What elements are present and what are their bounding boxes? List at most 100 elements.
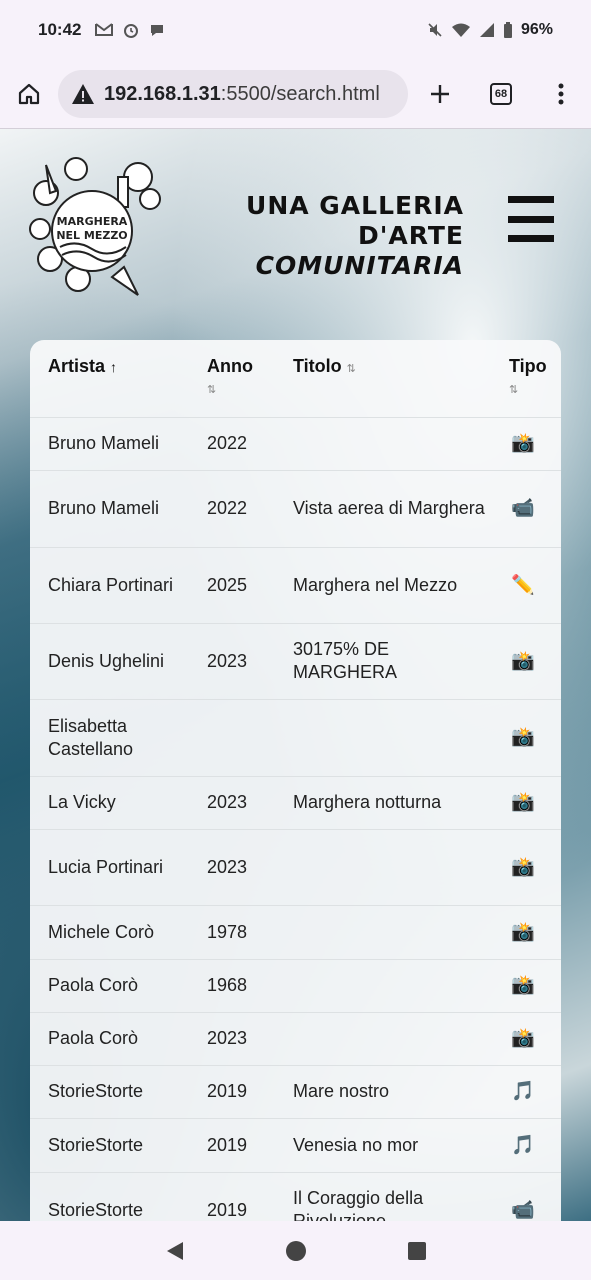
table-header-row: Artista ↑ Anno ⇅ Titolo ⇅ Tipo ⇅: [30, 340, 561, 417]
cell-artista: StorieStorte: [30, 1064, 189, 1118]
hamburger-menu-button[interactable]: [508, 196, 554, 242]
camera-icon: 📸: [491, 904, 561, 959]
table-row[interactable]: StorieStorte 2019 Venesia no mor 🎵: [30, 1117, 561, 1172]
column-header-artista[interactable]: Artista ↑: [30, 340, 189, 417]
cell-artista: Paola Corò: [30, 958, 189, 1012]
cell-anno: 2022: [189, 416, 275, 470]
sort-icon: ⇅: [207, 384, 217, 396]
table-row[interactable]: Elisabetta Castellano 📸: [30, 698, 561, 776]
cell-anno: [189, 698, 275, 776]
camera-icon: 📸: [491, 958, 561, 1012]
cell-anno: 2023: [189, 622, 275, 699]
url-path: :5500/search.html: [220, 82, 380, 105]
camera-icon: 📸: [491, 622, 561, 699]
url-bar[interactable]: 192.168.1.31:5500/search.html: [58, 70, 408, 118]
cell-artista: Denis Ughelini: [30, 622, 189, 699]
home-circle-icon[interactable]: [285, 1240, 307, 1262]
cell-titolo: Mare nostro: [275, 1064, 491, 1118]
cell-anno: 1968: [189, 958, 275, 1012]
tagline-line-1: UNA GALLERIA D'ARTE: [246, 191, 464, 250]
cell-anno: 2025: [189, 546, 275, 623]
table-row[interactable]: Lucia Portinari 2023 📸: [30, 828, 561, 905]
camera-icon: 📸: [491, 698, 561, 776]
battery-percent: 96%: [520, 21, 553, 38]
cell-titolo: Il Coraggio della Rivoluzione: [275, 1171, 491, 1221]
cell-anno: 2019: [189, 1171, 275, 1221]
table-row[interactable]: La Vicky 2023 Marghera notturna 📸: [30, 775, 561, 829]
signal-icon: [479, 23, 494, 37]
svg-text:MARGHERA: MARGHERA: [57, 215, 128, 228]
artworks-table: Artista ↑ Anno ⇅ Titolo ⇅ Tipo ⇅ Bruno Mam…: [30, 340, 561, 1221]
table-row[interactable]: Paola Corò 1968 📸: [30, 958, 561, 1012]
site-tagline: UNA GALLERIA D'ARTE COMUNITARIA: [208, 191, 464, 281]
url-host: 192.168.1.31: [104, 82, 221, 105]
table-row[interactable]: Michele Corò 1978 📸: [30, 904, 561, 959]
music-note-icon: 🎵: [491, 1064, 561, 1118]
cell-artista: StorieStorte: [30, 1171, 189, 1221]
cell-titolo: 30175% DE MARGHERA: [275, 622, 491, 699]
cell-artista: Elisabetta Castellano: [30, 698, 189, 776]
table-row[interactable]: Bruno Mameli 2022 📸: [30, 416, 561, 470]
marghera-nel-mezzo-logo[interactable]: MARGHERA NEL MEZZO: [26, 155, 162, 299]
back-icon[interactable]: [165, 1240, 185, 1262]
table-row[interactable]: Bruno Mameli 2022 Vista aerea di Margher…: [30, 469, 561, 547]
mute-icon: [428, 23, 442, 37]
sort-icon: ⇅: [509, 384, 519, 396]
music-note-icon: 🎵: [491, 1117, 561, 1172]
svg-text:NEL MEZZO: NEL MEZZO: [56, 229, 127, 242]
system-nav-bar: [0, 1221, 591, 1280]
cell-titolo: Vista aerea di Marghera: [275, 469, 491, 547]
table-row[interactable]: Chiara Portinari 2025 Marghera nel Mezzo…: [30, 546, 561, 623]
table-row[interactable]: Denis Ughelini 2023 30175% DE MARGHERA 📸: [30, 622, 561, 699]
new-tab-button[interactable]: [410, 65, 470, 123]
pencil-icon: ✏️: [491, 546, 561, 623]
camera-icon: 📸: [491, 1011, 561, 1065]
not-secure-warning-icon[interactable]: [70, 81, 96, 107]
tagline-line-2: COMUNITARIA: [255, 251, 464, 280]
more-options-button[interactable]: [532, 65, 590, 123]
home-icon[interactable]: [0, 65, 58, 123]
cell-anno: 2023: [189, 775, 275, 829]
recents-icon[interactable]: [407, 1241, 427, 1261]
camera-icon: 📸: [491, 416, 561, 470]
cell-artista: Lucia Portinari: [30, 828, 189, 905]
cell-titolo: [275, 958, 491, 1012]
battery-icon: [503, 21, 512, 38]
kebab-menu-icon: [558, 83, 564, 105]
web-page: MARGHERA NEL MEZZO UNA GALLERIA D'ARTE C…: [0, 129, 591, 1221]
cell-titolo: Marghera nel Mezzo: [275, 546, 491, 623]
cell-anno: 2019: [189, 1117, 275, 1172]
table-row[interactable]: StorieStorte 2019 Mare nostro 🎵: [30, 1064, 561, 1118]
wifi-icon: [451, 23, 470, 37]
cell-artista: Chiara Portinari: [30, 546, 189, 623]
cell-artista: Bruno Mameli: [30, 416, 189, 470]
tab-switcher-button[interactable]: 68: [470, 65, 532, 123]
cell-titolo: [275, 698, 491, 776]
cell-anno: 1978: [189, 904, 275, 959]
sort-icon: ⇅: [346, 363, 356, 375]
tab-count: 68: [490, 83, 512, 105]
table-row[interactable]: StorieStorte 2019 Il Coraggio della Rivo…: [30, 1171, 561, 1221]
cell-artista: La Vicky: [30, 775, 189, 829]
cell-titolo: Venesia no mor: [275, 1117, 491, 1172]
chat-icon: [151, 25, 164, 36]
status-bar: 10:42 96%: [0, 0, 591, 60]
table-row[interactable]: Paola Corò 2023 📸: [30, 1011, 561, 1065]
column-header-tipo[interactable]: Tipo ⇅: [491, 340, 561, 417]
cell-anno: 2023: [189, 1011, 275, 1065]
gmail-icon: [95, 23, 114, 36]
cell-titolo: Marghera notturna: [275, 775, 491, 829]
cell-artista: Michele Corò: [30, 904, 189, 959]
column-header-titolo[interactable]: Titolo ⇅: [275, 340, 491, 417]
cell-titolo: [275, 904, 491, 959]
browser-toolbar: 192.168.1.31:5500/search.html 68: [0, 60, 591, 128]
cell-artista: Paola Corò: [30, 1011, 189, 1065]
cell-titolo: [275, 1011, 491, 1065]
cell-artista: Bruno Mameli: [30, 469, 189, 547]
plus-icon: [431, 85, 449, 103]
column-header-anno[interactable]: Anno ⇅: [189, 340, 275, 417]
cell-artista: StorieStorte: [30, 1117, 189, 1172]
alarm-icon: [124, 24, 139, 38]
cell-titolo: [275, 828, 491, 905]
video-camera-icon: 📹: [491, 1171, 561, 1221]
